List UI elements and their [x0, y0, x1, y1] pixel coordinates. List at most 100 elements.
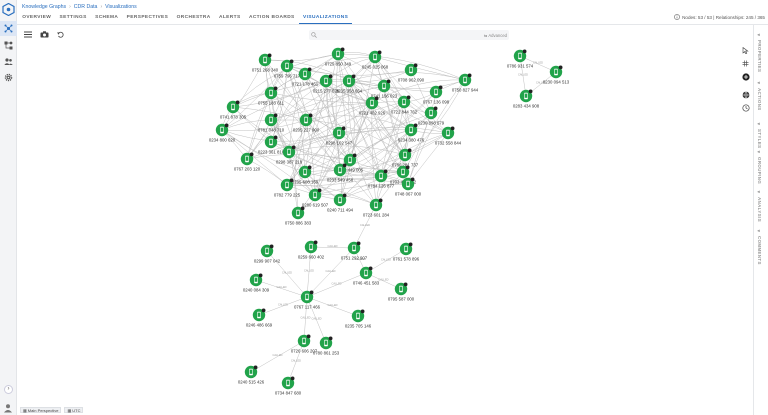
edge-label: CALLED — [327, 244, 337, 248]
expand-sidebar-chevron-icon[interactable]: › — [4, 385, 13, 394]
graph-node[interactable]: 0235 358 654 — [336, 74, 363, 94]
tab-action-boards[interactable]: ACTION BOARDS — [245, 12, 299, 24]
node-label: 0761 578 896 — [393, 257, 420, 262]
graph-node[interactable]: 0721 402 926 — [359, 96, 386, 116]
phone-screen — [404, 246, 408, 251]
node-label: 0235 705 146 — [345, 324, 372, 329]
edge-label: CALLED — [331, 281, 341, 285]
add-node-icon[interactable] — [740, 71, 751, 82]
app-logo-icon[interactable] — [2, 3, 15, 16]
relationship-edge[interactable] — [304, 80, 327, 173]
graph-node[interactable]: 0786 281 737 — [392, 148, 419, 168]
graph-node[interactable]: 0240 515 426 — [238, 365, 265, 385]
panel-tab-comments[interactable]: ◂ COMMENTS — [757, 229, 762, 265]
node-label: 0722 844 762 — [391, 110, 418, 115]
count-badge — [290, 376, 295, 381]
graph-node[interactable]: 0741 878 305 — [220, 100, 247, 120]
phone-screen — [403, 152, 407, 157]
node-label: 0759 796 717 — [274, 74, 301, 79]
graph-node[interactable]: 0299 907 042 — [254, 244, 281, 264]
phone-screen — [296, 210, 300, 215]
graph-node[interactable]: 0751 292 907 — [341, 241, 368, 261]
panel-tab-comments-label: COMMENTS — [757, 236, 762, 265]
phone-screen — [338, 197, 342, 202]
panel-tab-analysis[interactable]: ◂ ANALYSIS — [757, 190, 762, 222]
breadcrumb-item-cdr-data[interactable]: CDR Data — [74, 4, 98, 10]
count-badge — [328, 74, 333, 79]
count-badge — [273, 86, 278, 91]
graph-node[interactable]: 0795 587 000 — [388, 282, 415, 302]
edge-label: CALLED — [518, 72, 528, 76]
graph-node[interactable]: 0780 861 253 — [313, 336, 340, 356]
workflows-nav-icon[interactable] — [0, 38, 17, 53]
count-badge — [307, 165, 312, 170]
graph-node[interactable]: 0240 084 309 — [243, 273, 270, 293]
select-pointer-icon[interactable] — [740, 45, 751, 56]
count-badge — [342, 193, 347, 198]
node-label: 0746 451 583 — [353, 281, 380, 286]
panel-tab-actions[interactable]: ◂ ACTIONS — [757, 81, 762, 111]
timezone-chip[interactable]: ▦ UTC — [64, 407, 84, 413]
phone-screen — [446, 130, 450, 135]
panel-tab-styles[interactable]: ◂ STYLES — [757, 122, 762, 149]
node-label: 0734 847 680 — [275, 391, 302, 396]
graph-node[interactable]: 0230 898 579 — [418, 106, 445, 126]
tab-settings[interactable]: SETTINGS — [55, 12, 91, 24]
tab-orchestra[interactable]: ORCHESTRA — [172, 12, 214, 24]
count-badge — [528, 89, 533, 94]
graph-node[interactable]: 0245 025 068 — [362, 50, 389, 70]
graph-node[interactable]: 0746 451 583 — [353, 266, 380, 286]
relationship-edge[interactable] — [286, 184, 377, 206]
graph-node[interactable]: 0750 886 383 — [285, 206, 312, 226]
count-badge — [467, 73, 472, 78]
panel-tab-properties[interactable]: ◂ PROPERTIES — [757, 33, 762, 72]
count-badge — [356, 241, 361, 246]
graph-node[interactable]: 0235 705 146 — [345, 309, 372, 329]
phone-screen — [382, 83, 386, 88]
layout-grid-icon[interactable] — [740, 58, 751, 69]
graph-canvas[interactable]: CALLEDCALLEDCALLEDCALLEDCALLEDCALLED CALL… — [17, 25, 753, 405]
users-nav-icon[interactable] — [0, 54, 17, 69]
graph-node[interactable]: 0767 136 098 — [423, 85, 450, 105]
panel-tab-styles-label: STYLES — [757, 129, 762, 149]
graph-node[interactable]: 0259 660 402 — [298, 240, 325, 260]
graph-node[interactable]: 0751 268 340 — [252, 53, 279, 73]
tab-overview[interactable]: OVERVIEW — [18, 12, 55, 24]
graph-node[interactable]: 0729 850 349 — [325, 47, 352, 67]
time-filter-icon[interactable] — [740, 102, 751, 113]
phone-screen — [409, 127, 413, 132]
perspective-chip[interactable]: ▦ Main Perspective — [20, 407, 62, 413]
edge-label: CALLED — [291, 358, 301, 362]
tab-perspectives[interactable]: PERSPECTIVES — [122, 12, 172, 24]
breadcrumb-item-visualizations[interactable]: Visualizations — [105, 4, 137, 10]
relationship-edge[interactable] — [264, 53, 339, 62]
graph-node[interactable]: 0283 434 908 — [513, 89, 540, 109]
phone-screen — [338, 167, 342, 172]
graph-node[interactable]: 0741 156 023 — [371, 79, 398, 99]
settings-gear-icon[interactable] — [0, 70, 17, 85]
graph-node[interactable]: 0734 847 680 — [275, 376, 302, 396]
panel-tab-grouping[interactable]: ◂ GROUPING — [757, 150, 762, 184]
graph-node[interactable]: 0280 619 507 — [302, 188, 329, 208]
node-label: 0721 402 926 — [359, 111, 386, 116]
graph-node[interactable]: 0781 048 710 — [258, 113, 285, 133]
graph-node[interactable]: 0767 117 466 — [294, 290, 321, 310]
phone-screen — [269, 117, 273, 122]
knowledge-graphs-nav-icon[interactable] — [0, 21, 17, 36]
graph-node[interactable]: 0298 102 547 — [326, 126, 353, 146]
graph-node[interactable]: 0761 578 896 — [393, 242, 420, 262]
graph-node[interactable]: 0786 931 574 — [507, 49, 534, 69]
graph-node[interactable]: 0240 711 494 — [327, 193, 354, 213]
count-badge — [289, 59, 294, 64]
user-account-icon[interactable] — [3, 403, 13, 413]
tab-schema[interactable]: SCHEMA — [91, 12, 123, 24]
tab-alerts[interactable]: ALERTS — [215, 12, 245, 24]
graph-node[interactable]: 0230 094 513 — [543, 65, 570, 85]
count-badge — [273, 135, 278, 140]
info-icon[interactable] — [674, 14, 680, 20]
globe-map-icon[interactable] — [740, 89, 751, 100]
tab-visualizations[interactable]: VISUALIZATIONS — [298, 12, 353, 24]
breadcrumb-item-knowledge-graphs[interactable]: Knowledge Graphs — [22, 4, 66, 10]
node-label: 0723 601 284 — [363, 213, 390, 218]
phone-screen — [374, 202, 378, 207]
